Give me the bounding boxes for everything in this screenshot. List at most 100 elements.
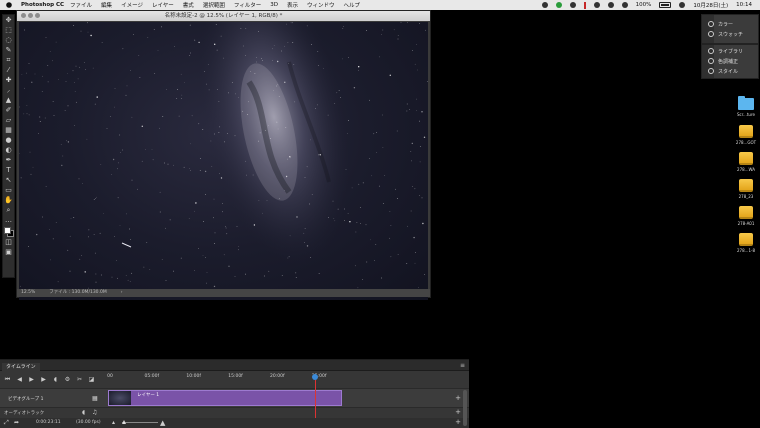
desktop-icon-drive[interactable]: 278...WA [732, 152, 760, 172]
panel-item-swatches[interactable]: スウォッチ [702, 29, 758, 39]
previous-frame-icon[interactable]: ◀ [15, 375, 24, 384]
audio-toggle-icon[interactable]: ◖ [51, 375, 60, 384]
star [145, 149, 146, 150]
panel-item-libraries[interactable]: ライブラリ [702, 46, 758, 56]
quick-mask-icon[interactable]: ◫ [3, 238, 14, 247]
audio-track-label[interactable]: オーディオトラック [4, 410, 44, 416]
lasso-tool-icon[interactable]: ◌ [3, 36, 14, 45]
star [74, 91, 76, 93]
next-frame-icon[interactable]: ▶ [39, 375, 48, 384]
timeline-scrollbar[interactable] [463, 390, 467, 426]
menu-view[interactable]: 表示 [287, 1, 298, 9]
menu-image[interactable]: イメージ [121, 1, 143, 9]
zoom-window-button[interactable] [35, 13, 40, 18]
desktop-icon-drive[interactable]: 278_23 [732, 179, 760, 199]
zoom-level[interactable]: 12.5% [21, 289, 35, 297]
pen-tool-icon[interactable]: ✒ [3, 156, 14, 165]
app-name-menu[interactable]: Photoshop CC [21, 2, 64, 8]
foreground-color-swatch[interactable] [4, 227, 11, 234]
image-canvas[interactable] [19, 22, 428, 300]
desktop-icon-folder[interactable]: Scr...ture [732, 96, 760, 117]
zoom-out-mountain-icon[interactable]: ▴ [112, 419, 115, 426]
eraser-tool-icon[interactable]: ▱ [3, 116, 14, 125]
menu-layer[interactable]: レイヤー [152, 1, 174, 9]
video-clip[interactable]: レイヤー 1 [108, 390, 342, 406]
input-icon[interactable] [679, 2, 686, 8]
status-icon[interactable] [607, 2, 614, 8]
gradient-tool-icon[interactable]: ▦ [3, 126, 14, 135]
go-to-first-frame-icon[interactable]: ⏮ [3, 375, 12, 384]
transition-icon[interactable]: ◪ [87, 375, 96, 384]
add-media-button[interactable]: + [455, 394, 461, 402]
zoom-tool-icon[interactable]: ⌕ [3, 206, 14, 215]
add-audio-button[interactable]: + [455, 408, 461, 416]
menu-window[interactable]: ウィンドウ [307, 1, 335, 9]
more-tools-icon[interactable]: … [3, 216, 14, 225]
crop-tool-icon[interactable]: ⌗ [3, 56, 14, 65]
play-icon[interactable]: ▶ [27, 375, 36, 384]
recording-icon[interactable] [583, 1, 586, 9]
stamp-tool-icon[interactable]: ▲ [3, 96, 14, 105]
panel-item-adjustments[interactable]: 色調補正 [702, 56, 758, 66]
render-video-icon[interactable]: ➦ [14, 419, 19, 426]
wifi-icon[interactable] [621, 2, 628, 8]
zoom-slider-knob[interactable] [122, 420, 126, 424]
star [95, 273, 97, 275]
healing-brush-tool-icon[interactable]: ✚ [3, 76, 14, 85]
file-size-info[interactable]: ファイル : 130.0M/130.0M [49, 289, 106, 297]
battery-icon[interactable] [659, 2, 672, 8]
timeline-zoom-slider[interactable] [122, 420, 158, 424]
menu-type[interactable]: 書式 [183, 1, 194, 9]
desktop-icon-drive[interactable]: 278...1-8 [732, 233, 760, 253]
minimize-window-button[interactable] [28, 13, 33, 18]
app-status-icon[interactable] [555, 2, 562, 8]
history-brush-tool-icon[interactable]: ✐ [3, 106, 14, 115]
quick-select-tool-icon[interactable]: ✎ [3, 46, 14, 55]
convert-frame-animation-icon[interactable]: ⤢ [4, 419, 9, 427]
status-icon[interactable] [541, 2, 548, 8]
panel-item-styles[interactable]: スタイル [702, 66, 758, 76]
document-titlebar[interactable]: 名称未設定-2 @ 12.5% (レイヤー 1, RGB/8) * [17, 11, 430, 21]
menu-select[interactable]: 選択範囲 [203, 1, 225, 9]
time-ruler[interactable]: 00 05:00f 10:00f 15:00f 20:00f 25:00f [106, 372, 342, 384]
screen-mode-icon[interactable]: ▣ [3, 248, 14, 257]
dodge-tool-icon[interactable]: ◐ [3, 146, 14, 155]
brush-tool-icon[interactable]: ⸝ [3, 86, 14, 95]
star [162, 116, 164, 117]
panel-menu-icon[interactable]: ≡ [460, 362, 465, 369]
menu-time[interactable]: 10:14 [736, 2, 752, 8]
zoom-in-mountain-icon[interactable]: ▲ [160, 419, 165, 427]
film-strip-icon[interactable]: ▦ [92, 395, 98, 402]
status-menu-arrow-icon[interactable]: › [121, 289, 123, 297]
add-track-button[interactable]: + [455, 418, 461, 426]
blur-tool-icon[interactable]: ● [3, 136, 14, 145]
status-icon[interactable] [593, 2, 600, 8]
apple-icon[interactable] [6, 2, 12, 8]
mute-audio-icon[interactable]: ◖ [82, 409, 85, 416]
tab-timeline[interactable]: タイムライン [2, 363, 40, 371]
star [190, 52, 191, 54]
menu-filter[interactable]: フィルター [234, 1, 261, 9]
menu-file[interactable]: ファイル [70, 1, 92, 9]
type-tool-icon[interactable]: T [3, 166, 14, 175]
path-select-tool-icon[interactable]: ↖ [3, 176, 14, 185]
hand-tool-icon[interactable]: ✋ [3, 196, 14, 205]
marquee-tool-icon[interactable]: ⬚ [3, 26, 14, 35]
split-clip-icon[interactable]: ✂ [75, 375, 84, 384]
menu-help[interactable]: ヘルプ [343, 1, 360, 9]
menu-3d[interactable]: 3D [270, 2, 278, 8]
close-window-button[interactable] [21, 13, 26, 18]
menu-edit[interactable]: 編集 [101, 1, 112, 9]
star [276, 85, 277, 87]
move-tool-icon[interactable]: ✥ [3, 16, 14, 25]
menu-date[interactable]: 10月28日(土) [693, 1, 728, 9]
desktop-icon-drive[interactable]: 278...GOT [732, 125, 760, 145]
eyedropper-tool-icon[interactable]: ⁄ [3, 66, 14, 75]
status-icon[interactable] [569, 2, 576, 8]
desktop-icon-drive[interactable]: 278-A01 [732, 206, 760, 226]
settings-gear-icon[interactable]: ⚙ [63, 375, 72, 384]
audio-note-icon[interactable]: ♫ [92, 409, 97, 416]
video-group-label[interactable]: ビデオグループ 1 [8, 396, 43, 402]
panel-item-color[interactable]: カラー [702, 19, 758, 29]
shape-tool-icon[interactable]: ▭ [3, 186, 14, 195]
